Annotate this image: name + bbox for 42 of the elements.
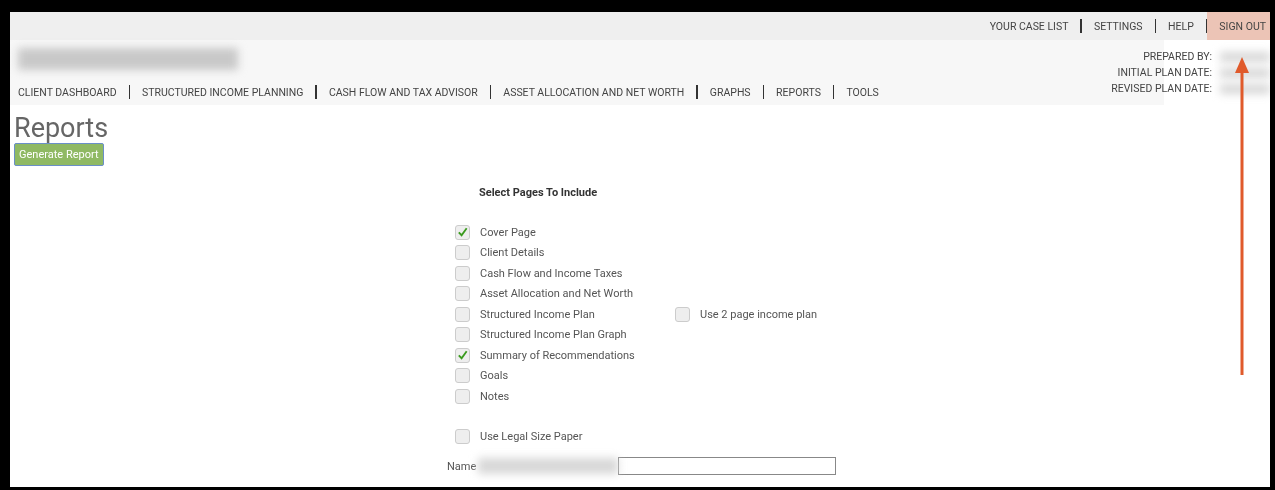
nav-link[interactable]: ASSET ALLOCATION AND NET WORTH <box>503 85 697 99</box>
nav-link[interactable]: STRUCTURED INCOME PLANNING <box>142 85 316 99</box>
checkbox-label: Client Details <box>480 246 545 260</box>
checkbox[interactable] <box>455 368 470 384</box>
checkbox-label: Use Legal Size Paper <box>480 430 583 444</box>
checkbox[interactable] <box>455 224 470 240</box>
checkbox[interactable] <box>455 245 470 261</box>
checkbox[interactable] <box>455 286 470 302</box>
nav-link[interactable]: CASH FLOW AND TAX ADVISOR <box>328 85 490 99</box>
checkbox-label: Use 2 page income plan <box>700 307 818 321</box>
checkbox-label: Structured Income Plan Graph <box>480 328 627 342</box>
checkbox-label: Cash Flow and Income Taxes <box>480 266 623 280</box>
top-link[interactable]: SIGN OUT <box>1207 12 1270 40</box>
name-field[interactable] <box>618 457 837 475</box>
checkbox-label: Cover Page <box>480 225 536 239</box>
nav-link[interactable]: GRAPHS <box>709 85 763 99</box>
checkbox[interactable] <box>455 265 470 281</box>
section-title: Select Pages To Include <box>479 186 599 199</box>
checkbox-label: Notes <box>480 389 510 403</box>
checkbox[interactable] <box>455 306 470 322</box>
checkbox-label: Goals <box>480 369 509 383</box>
info-label: REVISED PLAN DATE: <box>1110 82 1212 95</box>
checkbox-label: Structured Income Plan <box>480 307 595 321</box>
blurred-value <box>1220 83 1270 94</box>
nav-link[interactable]: TOOLS <box>846 85 891 99</box>
top-link[interactable]: SETTINGS <box>1081 12 1155 40</box>
info-label: PREPARED BY: <box>1142 50 1212 63</box>
checkbox-label: Summary of Recommendations <box>480 348 635 362</box>
checkbox[interactable] <box>455 429 470 445</box>
blurred-value <box>1220 51 1270 62</box>
top-link[interactable]: HELP <box>1156 12 1206 40</box>
checkbox[interactable] <box>675 306 690 322</box>
field-label: Name <box>447 459 477 473</box>
checkbox[interactable] <box>455 347 470 363</box>
checkbox[interactable] <box>455 327 470 343</box>
checkbox-label: Asset Allocation and Net Worth <box>480 287 634 301</box>
nav-link[interactable]: CLIENT DASHBOARD <box>18 85 129 99</box>
checkbox[interactable] <box>455 388 470 404</box>
top-link[interactable]: YOUR CASE LIST <box>977 12 1081 40</box>
nav-link[interactable]: REPORTS <box>776 85 833 99</box>
page-title: Reports <box>14 113 110 143</box>
info-label: INITIAL PLAN DATE: <box>1116 66 1212 79</box>
